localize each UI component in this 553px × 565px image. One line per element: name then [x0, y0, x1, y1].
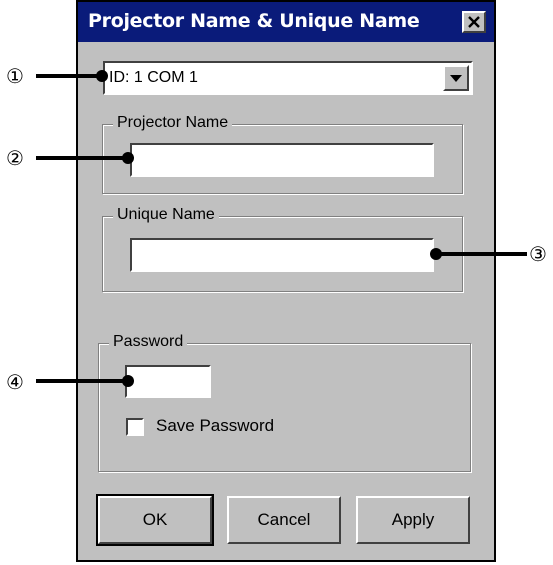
save-password-checkbox[interactable]: [126, 418, 144, 436]
callout-1-line: [36, 74, 100, 78]
close-x-icon: [468, 16, 480, 28]
save-password-label: Save Password: [156, 416, 275, 435]
projector-name-label: Projector Name: [113, 114, 233, 132]
callout-2-dot: [122, 152, 134, 164]
password-label: Password: [109, 333, 188, 351]
close-button[interactable]: [462, 11, 486, 33]
callout-4-dot: [122, 375, 134, 387]
id-combobox[interactable]: ID: 1 COM 1: [103, 61, 473, 95]
callout-3-line: [437, 252, 527, 256]
callout-1-dot: [96, 70, 108, 82]
callout-1: ①: [6, 64, 24, 88]
combo-value: ID: 1 COM 1: [109, 69, 198, 86]
unique-name-label: Unique Name: [113, 206, 219, 224]
callout-2-line: [36, 156, 128, 160]
dropdown-button[interactable]: [443, 65, 469, 91]
apply-button[interactable]: Apply: [356, 496, 470, 544]
password-group: Password: [98, 333, 471, 472]
dialog-title: Projector Name & Unique Name: [88, 10, 420, 32]
chevron-down-icon: [450, 74, 462, 82]
ok-button[interactable]: OK: [96, 494, 214, 546]
callout-3-dot: [430, 248, 442, 260]
callout-4: ④: [6, 370, 24, 394]
callout-2: ②: [6, 146, 24, 170]
projector-name-input[interactable]: [130, 143, 434, 177]
callout-3: ③: [529, 242, 547, 266]
cancel-button[interactable]: Cancel: [227, 496, 341, 544]
password-input[interactable]: [125, 365, 211, 398]
callout-4-line: [36, 379, 128, 383]
unique-name-input[interactable]: [130, 238, 434, 272]
title-bar: Projector Name & Unique Name: [78, 2, 494, 42]
projector-name-dialog: Projector Name & Unique Name ID: 1 COM 1…: [76, 0, 496, 562]
